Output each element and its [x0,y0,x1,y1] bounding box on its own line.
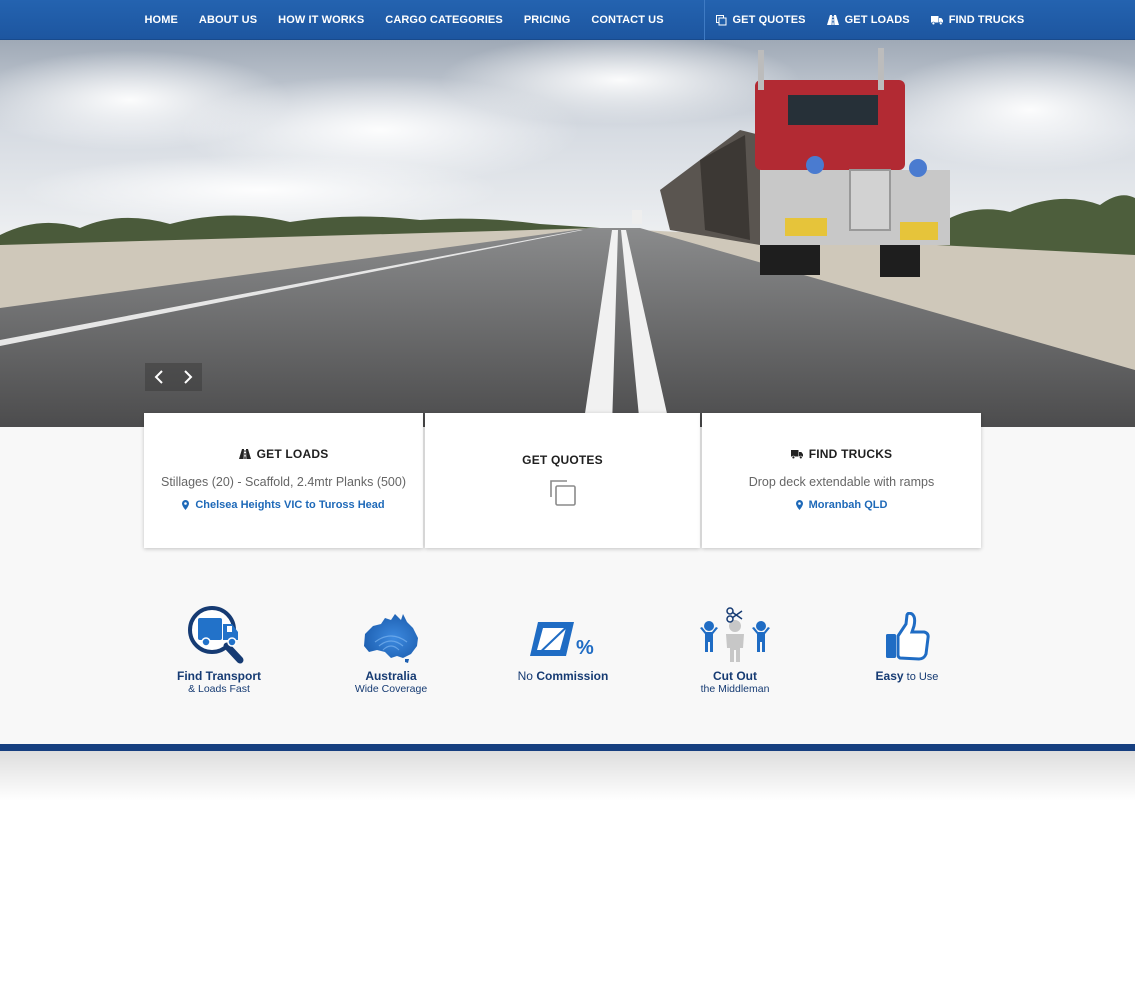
action-cards: GET LOADS Stillages (20) - Scaffold, 2.4… [144,413,981,548]
thumbs-up-icon [886,612,930,661]
nav-how-it-works[interactable]: HOW IT WORKS [268,0,375,40]
action-nav: GET QUOTES GET LOADS FIND TRUCKS [705,0,1035,40]
hero-slider [0,40,1135,427]
middleman-icon [700,607,770,662]
get-loads-card-location[interactable]: Chelsea Heights VIC to Tuross Head [144,499,423,511]
road-icon [238,449,251,459]
truck-icon [790,449,803,459]
get-loads-card-description: Stillages (20) - Scaffold, 2.4mtr Planks… [160,475,406,489]
map-marker-icon [182,500,190,510]
nav-pricing[interactable]: PRICING [513,0,581,40]
feature-easy-rest: to Use [903,671,939,683]
chevron-right-icon [184,370,193,384]
map-marker-icon [795,500,803,510]
nav-get-quotes-label: GET QUOTES [732,14,806,26]
find-trucks-card-location-text: Moranbah QLD [808,499,888,511]
get-loads-card-location-text: Chelsea Heights VIC to Tuross Head [195,499,385,511]
find-trucks-card-label: FIND TRUCKS [808,447,893,461]
feature-cut-middleman: Cut Out the Middleman [649,600,821,695]
feature-find-transport: Find Transport & Loads Fast [133,600,305,695]
feature-cut-middleman-title: Cut Out [713,669,757,683]
find-trucks-card[interactable]: FIND TRUCKS Drop deck extendable with ra… [702,413,981,548]
find-trucks-card-location[interactable]: Moranbah QLD [702,499,981,511]
feature-no-commission-title: Commission [536,669,609,683]
feature-find-transport-subtitle: & Loads Fast [188,683,250,695]
nav-get-loads[interactable]: GET LOADS [816,0,920,40]
australia-map-icon [364,614,418,663]
copy-icon [715,14,726,25]
footer-rule [0,744,1135,751]
nav-home[interactable]: HOME [134,0,188,40]
nav-find-trucks[interactable]: FIND TRUCKS [920,0,1035,40]
nav-get-loads-label: GET LOADS [844,14,910,26]
get-loads-card-label: GET LOADS [256,447,329,461]
nav-find-trucks-label: FIND TRUCKS [948,14,1025,26]
chevron-left-icon [154,370,163,384]
truck-icon [930,15,943,25]
road-icon [826,15,839,25]
footer-shadow [0,751,1135,801]
slider-next-button[interactable] [174,363,203,391]
get-loads-card-title: GET LOADS [144,447,423,461]
feature-australia-wide-subtitle: Wide Coverage [354,683,428,695]
find-trucks-card-title: FIND TRUCKS [702,447,981,461]
copy-icon [549,480,576,506]
nav-cargo-categories[interactable]: CARGO CATEGORIES [375,0,514,40]
svg-text:%: % [576,637,594,659]
feature-easy-title: Easy [875,669,904,683]
zero-percent-icon: % [530,622,594,659]
slider-controls [145,363,202,391]
main-nav: HOME ABOUT US HOW IT WORKS CARGO CATEGOR… [134,0,674,40]
nav-get-quotes[interactable]: GET QUOTES [705,0,816,40]
feature-no-commission-prefix: No [517,669,537,683]
feature-easy-to-use: Easy to Use [821,600,993,695]
nav-contact-us[interactable]: CONTACT US [581,0,674,40]
feature-find-transport-title: Find Transport [177,669,261,683]
nav-about-us[interactable]: ABOUT US [188,0,267,40]
get-loads-card[interactable]: GET LOADS Stillages (20) - Scaffold, 2.4… [144,413,423,548]
get-quotes-card-title: GET QUOTES [522,453,603,467]
feature-cut-middleman-subtitle: the Middleman [700,683,770,695]
feature-no-commission: % No Commission [477,600,649,695]
get-quotes-card[interactable]: GET QUOTES [425,413,700,548]
magnifier-truck-icon [188,606,244,664]
feature-australia-wide: Australia Wide Coverage [305,600,477,695]
feature-australia-wide-title: Australia [365,669,417,683]
slider-prev-button[interactable] [145,363,174,391]
find-trucks-card-description: Drop deck extendable with ramps [748,475,935,489]
features-row: Find Transport & Loads Fast Australia Wi… [133,600,993,695]
top-navbar: HOME ABOUT US HOW IT WORKS CARGO CATEGOR… [0,0,1135,40]
